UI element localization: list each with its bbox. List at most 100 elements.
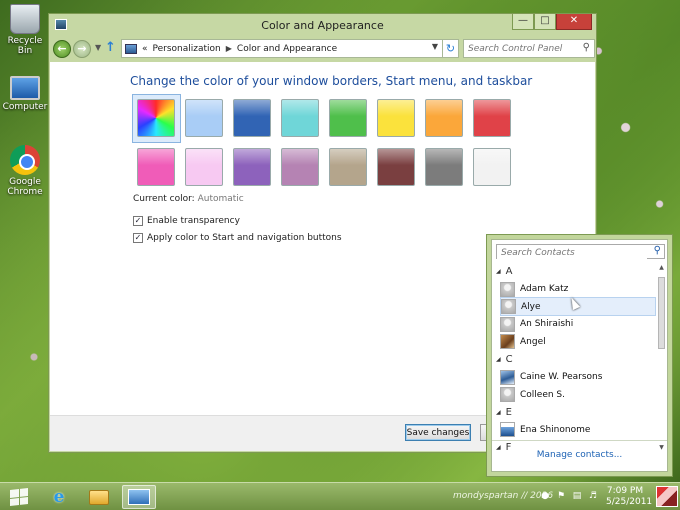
address-bar[interactable]: « Personalization ▶ Color and Appearance… bbox=[121, 39, 443, 58]
desktop-icon-label: Recycle Bin bbox=[7, 36, 43, 56]
search-icon[interactable]: ⚲ bbox=[583, 42, 590, 53]
contact-name: Ena Shinonome bbox=[520, 424, 591, 435]
enable-transparency-label[interactable]: Enable transparency bbox=[147, 216, 240, 226]
current-color-text: Current color: Automatic bbox=[133, 194, 244, 204]
current-color-label: Current color: bbox=[133, 194, 195, 204]
color-swatch[interactable] bbox=[233, 99, 271, 137]
tray-network-icon[interactable]: ▤ bbox=[572, 491, 582, 501]
title-bar[interactable]: Color and Appearance — □ ✕ bbox=[49, 14, 596, 36]
contact-name: Adam Katz bbox=[520, 284, 569, 295]
color-swatch-automatic[interactable] bbox=[137, 99, 175, 137]
clock[interactable]: 7:09 PM 5/25/2011 bbox=[606, 486, 653, 508]
color-swatch[interactable] bbox=[233, 148, 271, 186]
contact-item[interactable]: Colleen S. bbox=[500, 385, 660, 404]
collapse-triangle-icon[interactable]: ◢ bbox=[496, 268, 501, 275]
contact-name: Colleen S. bbox=[520, 389, 566, 400]
scroll-thumb[interactable] bbox=[658, 277, 665, 349]
breadcrumb-personalization[interactable]: Personalization bbox=[153, 44, 221, 54]
color-swatch[interactable] bbox=[377, 148, 415, 186]
page-title: Change the color of your window borders,… bbox=[130, 74, 533, 88]
taskbar-user-text: mondyspartan // 2026 bbox=[453, 491, 554, 501]
desktop-icon-label: Computer bbox=[2, 102, 48, 112]
breadcrumb-overflow[interactable]: « bbox=[142, 44, 148, 54]
contact-item[interactable]: Ena Shinonome bbox=[500, 420, 660, 439]
windows-logo-icon bbox=[10, 488, 28, 506]
control-panel-icon bbox=[125, 43, 137, 54]
clock-date: 5/25/2011 bbox=[606, 497, 653, 507]
contacts-scrollbar[interactable]: ▲ ▼ bbox=[657, 263, 666, 453]
clock-time: 7:09 PM bbox=[606, 486, 644, 496]
start-button[interactable] bbox=[2, 485, 36, 509]
desktop-icon-recycle-bin[interactable]: Recycle Bin bbox=[2, 4, 48, 56]
minimize-button[interactable]: — bbox=[512, 14, 534, 30]
color-swatch[interactable] bbox=[185, 99, 223, 137]
contact-name: Caine W. Pearsons bbox=[520, 372, 603, 383]
search-icon[interactable]: ⚲ bbox=[654, 245, 661, 256]
color-swatch[interactable] bbox=[281, 148, 319, 186]
avatar bbox=[501, 299, 516, 315]
maximize-button[interactable]: □ bbox=[534, 14, 556, 30]
apply-color-checkbox[interactable]: ✓ bbox=[133, 233, 143, 243]
avatar bbox=[500, 387, 515, 403]
forward-button[interactable]: → bbox=[73, 40, 91, 58]
apply-color-label[interactable]: Apply color to Start and navigation butt… bbox=[147, 233, 342, 243]
enable-transparency-checkbox[interactable]: ✓ bbox=[133, 216, 143, 226]
color-swatch[interactable] bbox=[185, 148, 223, 186]
close-button[interactable]: ✕ bbox=[556, 14, 592, 30]
address-dropdown-icon[interactable]: ▼ bbox=[432, 42, 438, 51]
enable-transparency-option[interactable]: ✓ Enable transparency bbox=[133, 216, 240, 226]
color-swatch[interactable] bbox=[425, 148, 463, 186]
taskbar-file-explorer[interactable] bbox=[82, 485, 116, 509]
contacts-search-input[interactable] bbox=[497, 246, 647, 260]
tray-flag-icon[interactable]: ⚑ bbox=[556, 491, 566, 501]
contact-name: Alye bbox=[521, 301, 541, 312]
color-swatch[interactable] bbox=[473, 99, 511, 137]
color-swatch[interactable] bbox=[281, 99, 319, 137]
contact-item[interactable]: Adam Katz bbox=[500, 280, 660, 299]
current-color-value: Automatic bbox=[197, 194, 244, 204]
contacts-search[interactable]: ⚲ bbox=[496, 244, 665, 260]
color-swatch[interactable] bbox=[377, 99, 415, 137]
collapse-triangle-icon[interactable]: ◢ bbox=[496, 356, 501, 363]
taskbar-control-panel[interactable] bbox=[122, 485, 156, 509]
search-input[interactable] bbox=[464, 40, 574, 57]
scroll-up-icon[interactable]: ▲ bbox=[657, 263, 666, 273]
control-panel-search[interactable]: ⚲ bbox=[463, 39, 595, 58]
contact-item[interactable]: Caine W. Pearsons bbox=[500, 368, 660, 387]
breadcrumb-current[interactable]: Color and Appearance bbox=[237, 44, 337, 54]
collapse-triangle-icon[interactable]: ◢ bbox=[496, 409, 501, 416]
up-arrow-icon[interactable]: ↑ bbox=[105, 40, 116, 55]
back-button[interactable]: ← bbox=[53, 40, 71, 58]
save-changes-button[interactable]: Save changes bbox=[405, 424, 471, 441]
breadcrumb-separator-icon[interactable]: ▶ bbox=[226, 44, 232, 53]
contact-group-header[interactable]: ◢ E bbox=[496, 403, 656, 422]
desktop-icon-label: Google Chrome bbox=[7, 177, 43, 197]
color-swatch[interactable] bbox=[137, 148, 175, 186]
avatar bbox=[500, 369, 515, 385]
refresh-button[interactable]: ↻ bbox=[443, 39, 459, 58]
color-swatch[interactable] bbox=[329, 148, 367, 186]
user-thumbnail-icon[interactable] bbox=[656, 486, 678, 507]
manage-contacts-link[interactable]: Manage contacts... bbox=[492, 440, 667, 468]
desktop-icon-chrome[interactable]: Google Chrome bbox=[2, 145, 48, 197]
color-swatch[interactable] bbox=[425, 99, 463, 137]
contact-item[interactable]: Angel bbox=[500, 332, 660, 351]
recent-pages-dropdown[interactable]: ▼ bbox=[95, 43, 101, 52]
taskbar-internet-explorer[interactable]: e bbox=[42, 485, 76, 509]
tray-volume-icon[interactable]: ♬ bbox=[588, 491, 598, 501]
computer-icon bbox=[10, 76, 40, 100]
color-swatch[interactable] bbox=[329, 99, 367, 137]
recycle-bin-icon bbox=[10, 4, 40, 34]
desktop-icon-computer[interactable]: Computer bbox=[2, 76, 48, 112]
tray-network-group-icon[interactable]: ● bbox=[540, 491, 550, 501]
chrome-icon bbox=[10, 145, 40, 175]
contact-item[interactable]: An Shiraishi bbox=[500, 315, 660, 334]
color-swatch[interactable] bbox=[473, 148, 511, 186]
contact-group-header[interactable]: ◢ C bbox=[496, 350, 656, 369]
contact-group-header[interactable]: ◢ A bbox=[496, 262, 656, 281]
apply-color-option[interactable]: ✓ Apply color to Start and navigation bu… bbox=[133, 233, 342, 243]
avatar bbox=[500, 422, 515, 438]
taskbar: e mondyspartan // 2026 ● ⚑ ▤ ♬ 7:09 PM 5… bbox=[0, 482, 680, 510]
avatar bbox=[500, 334, 515, 350]
contact-name: An Shiraishi bbox=[520, 319, 574, 330]
